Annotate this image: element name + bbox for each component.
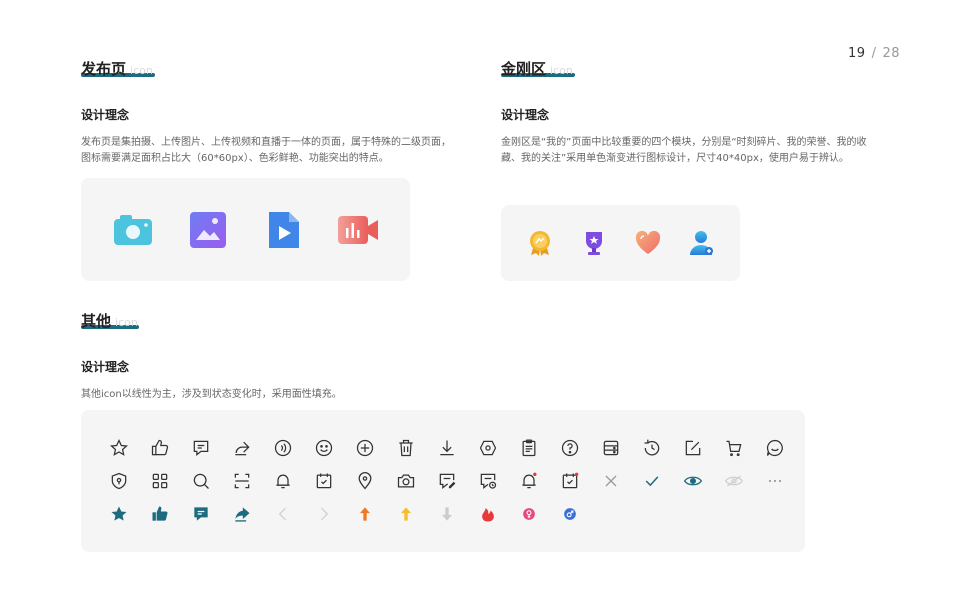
check-icon bbox=[640, 469, 664, 493]
comment-filled-icon bbox=[189, 502, 213, 526]
bell-icon bbox=[271, 469, 295, 493]
history-icon bbox=[640, 436, 664, 460]
live-stream-icon bbox=[336, 208, 380, 252]
comment-icon bbox=[189, 436, 213, 460]
chat-bubble-icon bbox=[763, 436, 787, 460]
camera-icon bbox=[111, 208, 155, 252]
kingkong-title-sub: icon bbox=[550, 64, 573, 77]
user-add-icon bbox=[688, 229, 716, 257]
edit-icon bbox=[681, 436, 705, 460]
location-icon bbox=[353, 469, 377, 493]
eye-hidden-icon bbox=[722, 469, 746, 493]
image-upload-icon bbox=[186, 208, 230, 252]
trash-icon bbox=[394, 436, 418, 460]
arrow-down-gray-icon bbox=[435, 502, 459, 526]
publish-title-sub: icon bbox=[130, 64, 153, 77]
star-icon bbox=[107, 436, 131, 460]
others-concept-heading: 设计理念 bbox=[81, 360, 130, 374]
shield-icon bbox=[107, 469, 131, 493]
page-total: 28 bbox=[882, 46, 900, 61]
arrow-up-yellow-icon bbox=[394, 502, 418, 526]
trophy-icon bbox=[580, 229, 608, 257]
eye-icon bbox=[681, 469, 705, 493]
close-icon bbox=[599, 469, 623, 493]
publish-description: 发布页是集拍摄、上传图片、上传视频和直播于一体的页面，属于特殊的二级页面，图标需… bbox=[81, 137, 451, 164]
plus-circle-icon bbox=[353, 436, 377, 460]
search-icon bbox=[189, 469, 213, 493]
kingkong-section: 金刚区 icon 设计理念 金刚区是“我的”页面中比较重要的四个模块，分别是“时刻… bbox=[501, 58, 873, 167]
share-icon bbox=[230, 436, 254, 460]
message-time-icon bbox=[476, 469, 500, 493]
message-edit-icon bbox=[435, 469, 459, 493]
bell-dot-icon bbox=[517, 469, 541, 493]
publish-concept-heading: 设计理念 bbox=[81, 108, 130, 122]
others-description: 其他icon以线性为主，涉及到状态变化时，采用面性填充。 bbox=[81, 389, 342, 400]
chevron-left-icon bbox=[271, 502, 295, 526]
others-title: 其他 icon bbox=[81, 310, 581, 332]
kingkong-title-text: 金刚区 bbox=[501, 60, 547, 78]
calendar-dot-icon bbox=[558, 469, 582, 493]
camera-outline-icon bbox=[394, 469, 418, 493]
help-icon bbox=[558, 436, 582, 460]
thumb-up-filled-icon bbox=[148, 502, 172, 526]
grid-icon bbox=[148, 469, 172, 493]
settings-hex-icon bbox=[476, 436, 500, 460]
others-title-text: 其他 bbox=[81, 312, 112, 330]
publish-title-text: 发布页 bbox=[81, 60, 127, 78]
server-icon bbox=[599, 436, 623, 460]
scan-icon bbox=[230, 469, 254, 493]
more-icon bbox=[763, 469, 787, 493]
kingkong-icon-panel bbox=[501, 205, 740, 281]
video-file-icon bbox=[261, 208, 305, 252]
clipboard-icon bbox=[517, 436, 541, 460]
cart-icon bbox=[722, 436, 746, 460]
publish-title: 发布页 icon bbox=[81, 58, 453, 80]
medal-icon bbox=[526, 229, 554, 257]
heart-icon bbox=[634, 229, 662, 257]
star-filled-icon bbox=[107, 502, 131, 526]
kingkong-description: 金刚区是“我的”页面中比较重要的四个模块，分别是“时刻碎片、我的荣誉、我的收藏、… bbox=[501, 137, 867, 164]
flame-icon bbox=[476, 502, 500, 526]
publish-section: 发布页 icon 设计理念 发布页是集拍摄、上传图片、上传视频和直播于一体的页面，… bbox=[81, 58, 453, 167]
arrow-up-orange-icon bbox=[353, 502, 377, 526]
female-icon bbox=[517, 502, 541, 526]
others-title-sub: icon bbox=[115, 316, 138, 329]
others-section: 其他 icon 设计理念 其他icon以线性为主，涉及到状态变化时，采用面性填充。 bbox=[81, 310, 581, 403]
calendar-check-icon bbox=[312, 469, 336, 493]
publish-icon-panel bbox=[81, 178, 410, 281]
kingkong-title: 金刚区 icon bbox=[501, 58, 873, 80]
kingkong-concept-heading: 设计理念 bbox=[501, 108, 550, 122]
share-filled-icon bbox=[230, 502, 254, 526]
smile-icon bbox=[312, 436, 336, 460]
others-icon-panel bbox=[81, 410, 805, 552]
chevron-right-icon bbox=[312, 502, 336, 526]
male-icon bbox=[558, 502, 582, 526]
thumb-up-icon bbox=[148, 436, 172, 460]
download-icon bbox=[435, 436, 459, 460]
audio-icon bbox=[271, 436, 295, 460]
